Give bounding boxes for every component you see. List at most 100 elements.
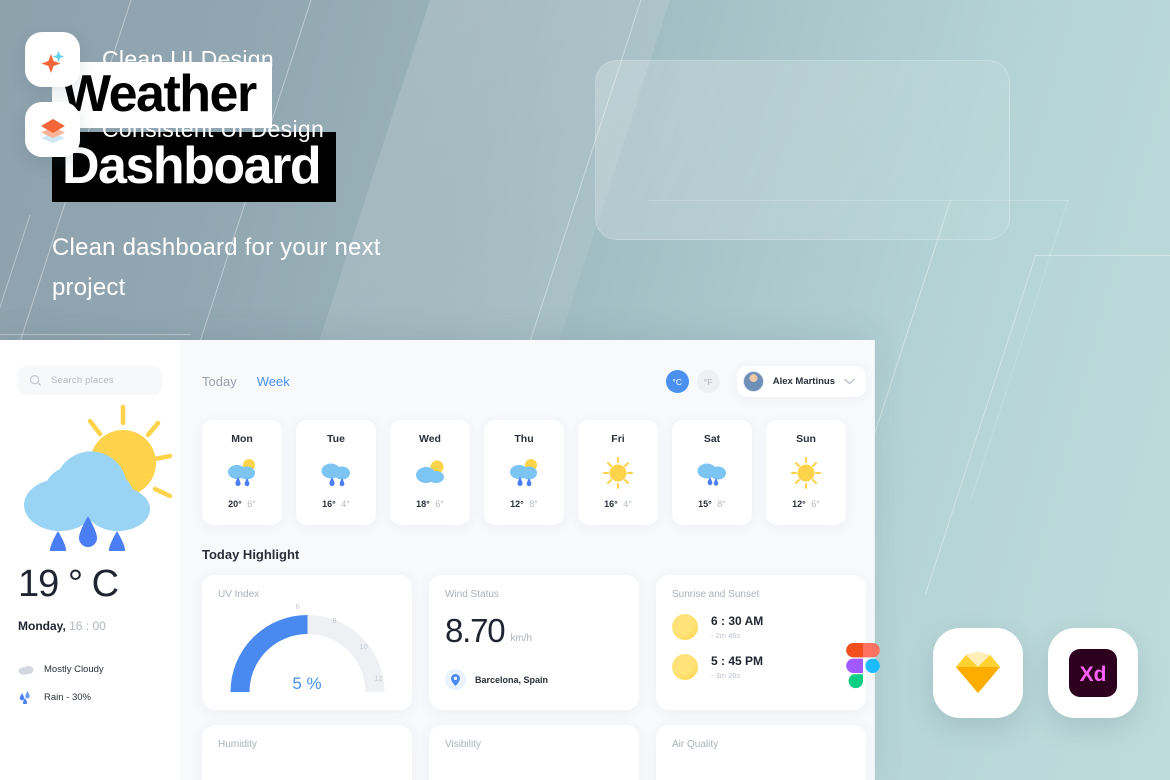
forecast-temps: 16° 4° (322, 499, 350, 509)
forecast-day-name: Sun (796, 433, 816, 445)
chevron-down-icon (844, 378, 855, 385)
sunrise-time: 6 : 30 AM (711, 614, 764, 628)
app-badge-list: Xd (818, 628, 1138, 718)
sun-rain-cloud-icon (507, 453, 541, 493)
sun-cloud-icon (413, 453, 447, 493)
search-icon (30, 375, 41, 386)
sunset-delta: - 3m 26s (711, 671, 741, 680)
forecast-low: 4° (341, 499, 350, 509)
sun-icon (601, 453, 635, 493)
sunset-time: 5 : 45 PM (711, 654, 764, 668)
feature-item-clean-ui: Clean UI Design (25, 32, 274, 87)
unit-celsius-button[interactable]: °C (665, 370, 689, 393)
forecast-high: 20° (228, 499, 242, 509)
wind-speed: 8.70 km/h (445, 614, 623, 647)
forecast-day-name: Thu (514, 433, 534, 445)
feature-item-consistent-ui: Consistent UI Design (25, 102, 324, 157)
humidity-card: Humidity (202, 725, 412, 780)
forecast-day-card[interactable]: Sat 15° 8° (672, 420, 752, 525)
forecast-temps: 15° 8° (698, 499, 726, 509)
uv-index-value: 5 % (292, 674, 322, 693)
current-time: 16 : 00 (69, 619, 106, 633)
air-quality-title: Air Quality (672, 739, 719, 750)
forecast-high: 15° (698, 499, 712, 509)
sun-icon (789, 453, 823, 493)
current-date-time: Monday, 16 : 00 (18, 619, 162, 633)
tab-week[interactable]: Week (257, 374, 290, 389)
forecast-day-name: Mon (231, 433, 253, 445)
current-day: Monday, (18, 619, 66, 633)
tab-today[interactable]: Today (202, 374, 237, 389)
humidity-title: Humidity (218, 739, 257, 750)
condition-label: Rain - 30% (44, 692, 91, 703)
uv-tick: 10 (359, 642, 368, 651)
uv-index-card: UV Index 6 8 10 12 5 % (202, 575, 412, 710)
wind-status-card: Wind Status 8.70 km/h Barcelona, Spain (429, 575, 639, 710)
wind-status-title: Wind Status (445, 589, 499, 600)
wind-speed-value: 8.70 (445, 612, 506, 649)
uv-index-title: UV Index (218, 589, 260, 600)
forecast-low: 6° (435, 499, 444, 509)
condition-mostly-cloudy: Mostly Cloudy (18, 663, 162, 675)
air-quality-card: Air Quality (656, 725, 866, 780)
dashboard-sidebar: Search places 19 ° C Monday, 16: 00 Mos… (0, 340, 180, 780)
feature-label: Consistent UI Design (102, 116, 325, 142)
avatar (742, 371, 764, 392)
forecast-day-card[interactable]: Tue 16° 4° (296, 420, 376, 525)
forecast-high: 16° (322, 499, 336, 509)
search-placeholder: Search places (51, 375, 114, 386)
highlight-grid-secondary: Humidity Visibility Air Quality (202, 725, 866, 780)
hero-subtitle: Clean dashboard for your next project (52, 234, 381, 301)
forecast-day-card[interactable]: Sun 12° 6° (766, 420, 846, 525)
rain-cloud-icon (319, 453, 353, 493)
svg-text:Xd: Xd (1080, 663, 1107, 686)
adobe-xd-badge: Xd (1048, 628, 1138, 718)
forecast-high: 12° (510, 499, 524, 509)
layers-icon (25, 102, 80, 157)
forecast-day-card[interactable]: Wed 18° 6° (390, 420, 470, 525)
forecast-day-card[interactable]: Fri 16° 4° (578, 420, 658, 525)
forecast-day-name: Wed (419, 433, 441, 445)
rain-cloud-icon (695, 453, 729, 493)
location-pin-icon (445, 669, 466, 690)
forecast-low: 4° (623, 499, 632, 509)
forecast-high: 16° (604, 499, 618, 509)
week-forecast: Mon 20° 6° Tue 16° 4° Wed 18° 6° Thu 12°… (202, 420, 866, 525)
sunrise-icon (672, 614, 698, 640)
forecast-high: 12° (792, 499, 806, 509)
forecast-high: 18° (416, 499, 430, 509)
dashboard-main: Today Week °C °F Alex Martinus Mon 20° 6… (180, 340, 875, 780)
forecast-temps: 20° 6° (228, 499, 256, 509)
forecast-day-name: Fri (611, 433, 625, 445)
forecast-low: 6° (811, 499, 820, 509)
sunset-icon (672, 654, 698, 680)
highlight-grid: UV Index 6 8 10 12 5 % Wind Status 8.70 … (202, 575, 866, 710)
sun-rain-cloud-icon (225, 453, 259, 493)
condition-rain: Rain - 30% (18, 691, 162, 704)
forecast-temps: 12° 8° (510, 499, 538, 509)
forecast-temps: 18° 6° (416, 499, 444, 509)
section-title: Today Highlight (202, 547, 300, 562)
wind-speed-unit: km/h (510, 633, 533, 644)
header-controls: °C °F Alex Martinus (665, 366, 866, 397)
search-input[interactable]: Search places (18, 366, 162, 395)
current-temperature: 19 ° C (18, 563, 119, 605)
uv-tick: 6 (295, 602, 300, 611)
hero-section: Weather Dashboard Clean dashboard for yo… (52, 62, 412, 307)
condition-list: Mostly Cloudy Rain - 30% (18, 663, 162, 704)
rain-icon (19, 691, 30, 704)
figma-badge (818, 628, 908, 718)
forecast-day-card[interactable]: Thu 12° 8° (484, 420, 564, 525)
forecast-day-card[interactable]: Mon 20° 6° (202, 420, 282, 525)
uv-tick: 8 (332, 616, 337, 625)
unit-fahrenheit-button[interactable]: °F (696, 370, 720, 393)
forecast-low: 8° (717, 499, 726, 509)
uv-index-gauge: 6 8 10 12 5 % (220, 602, 395, 702)
user-menu[interactable]: Alex Martinus (736, 366, 866, 397)
feature-panel (595, 60, 1010, 240)
sketch-badge (933, 628, 1023, 718)
wind-location-text: Barcelona, Spain (475, 674, 549, 685)
user-name: Alex Martinus (772, 376, 835, 387)
sunrise-delta: - 2m 46s (711, 631, 741, 640)
weather-dashboard: Search places 19 ° C Monday, 16: 00 Mos… (0, 340, 875, 780)
